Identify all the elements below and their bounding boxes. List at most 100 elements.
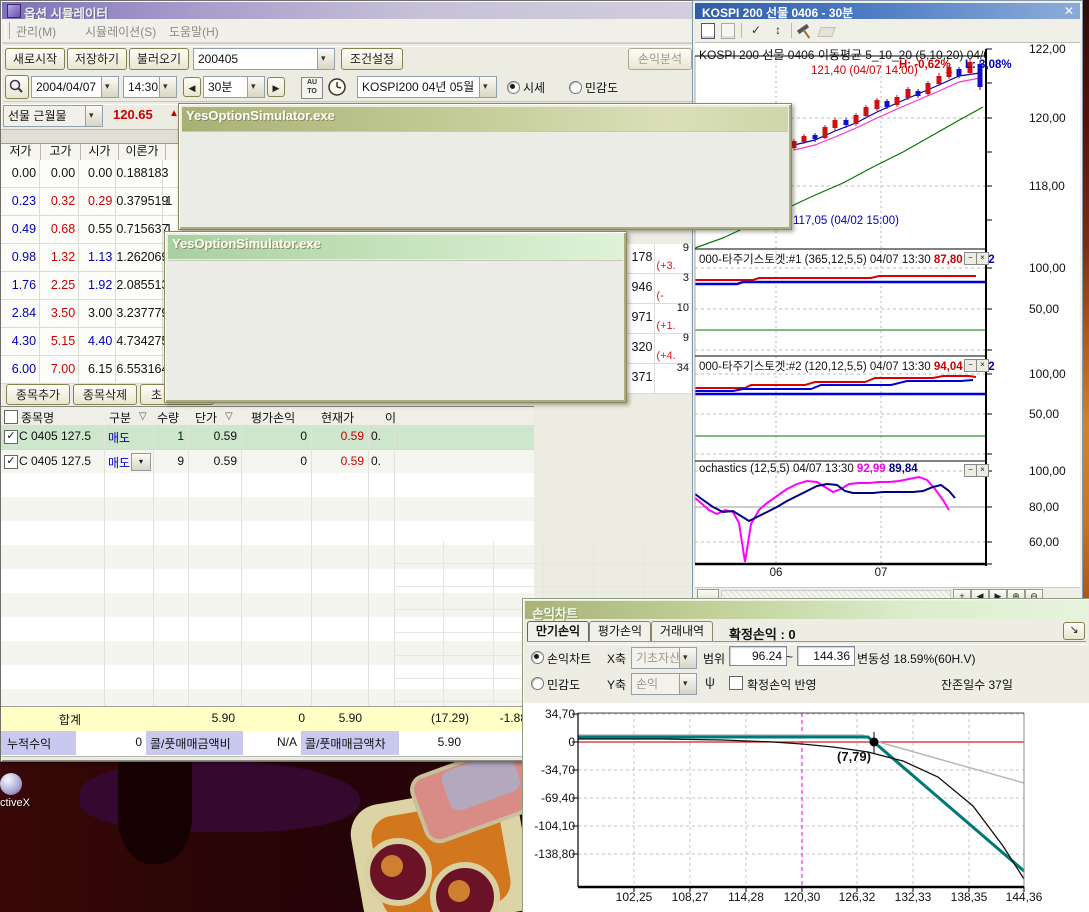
save-button[interactable]: 저장하기 [67,48,127,70]
col-low[interactable]: 저가 [1,144,41,161]
quote-row[interactable]: 0.230.320.290.3795191 [1,188,181,216]
quote-radio-label[interactable]: 시세 [523,79,545,96]
holdings-row[interactable]: C 0405 127.5매도10.5900.590. [1,425,534,450]
close-icon[interactable] [1064,4,1074,18]
sensitivity-radio-label[interactable]: 민감도 [585,79,618,96]
step-back-icon[interactable]: ◀ [183,77,201,97]
date-combobox[interactable]: 2004/04/07 [31,76,119,98]
condition-button[interactable]: 조건설정 [341,48,403,70]
futures-combobox[interactable]: 선물 근월물 [3,105,103,127]
quote-row[interactable]: 0.000.000.000.188183 [1,160,181,188]
range-to-input[interactable]: 144.36 [797,646,855,666]
chevron-down-icon[interactable] [85,106,102,126]
sort-icon[interactable]: ▽ [225,411,233,422]
range-from-input[interactable]: 96.24 [729,646,787,666]
type-dropdown-icon[interactable]: ▾ [131,453,151,471]
sensitivity-radio[interactable] [569,81,582,94]
h-pl[interactable]: 평가손익 [251,409,295,426]
x-axis-combobox[interactable]: 기초자산 [631,647,697,669]
quote-row[interactable]: 6.007.006.156.553164 [1,356,181,384]
add-item-button[interactable]: 종목추가 [6,384,70,405]
dialog-title: YesOptionSimulator.exe [172,236,321,251]
chevron-down-icon[interactable] [679,674,696,694]
h-name[interactable]: 종목명 [21,409,54,426]
menubar-grip[interactable] [5,22,10,39]
quote-row[interactable]: 0.981.321.131.262069 [1,244,181,272]
tools-icon[interactable] [797,24,809,34]
activex-desktop-icon[interactable] [0,773,22,795]
tab-trade-history[interactable]: 거래내역 [651,621,713,641]
pane-close-icon[interactable] [976,464,989,477]
col-divider [188,425,189,706]
h-current[interactable]: 현재가 [321,409,354,426]
col-high[interactable]: 고가 [41,144,81,161]
search-icon[interactable] [5,75,29,99]
sensitivity-radio[interactable] [531,677,544,690]
holdings-row[interactable]: C 0405 127.5매도▾90.5900.590. [1,450,534,475]
new-chart-icon[interactable] [701,23,715,39]
y-axis-combobox[interactable]: 손익 [631,673,697,695]
kospi-titlebar[interactable]: KOSPI 200 선물 0406 - 30분 [695,3,1080,19]
interval-combobox[interactable]: 30분 [203,76,265,98]
screen: ctiveX 옵션 시뮬레이터 관리(M) 시뮬레이션(S) 도움말(H) 새로… [0,0,1089,912]
delete-item-button[interactable]: 종목삭제 [73,384,137,405]
popout-icon[interactable]: ↘ [1063,622,1085,640]
chevron-down-icon[interactable] [679,648,696,668]
quote-row[interactable]: 0.490.680.550.7156371 [1,216,181,244]
auto-icon[interactable]: AUTO [301,77,323,99]
yesoption-dialog-2: YesOptionSimulator.exe [164,231,627,403]
y-tick: -104,10 [525,819,575,833]
eraser-icon[interactable] [817,27,836,37]
menu-simulation[interactable]: 시뮬레이션(S) [85,23,156,40]
preset-combobox[interactable]: 200405 [193,48,335,70]
select-all-checkbox[interactable] [4,410,18,424]
row-checkbox[interactable] [4,430,18,444]
pane-close-icon[interactable] [976,359,989,372]
pl-chart-radio-label[interactable]: 손익차트 [547,650,591,667]
restart-button[interactable]: 새로시작 [5,48,65,70]
style-tool-icon[interactable]: ψ [705,673,715,689]
menu-manage[interactable]: 관리(M) [16,23,56,40]
copy-chart-icon[interactable] [721,23,735,39]
activex-icon-label[interactable]: ctiveX [0,797,30,809]
y-tick: 80,00 [1029,500,1059,514]
pl-chart-radio[interactable] [531,651,544,664]
h-type[interactable]: 구분 [109,409,131,426]
col-theoretical[interactable]: 이론가 [119,144,166,161]
confirmed-pl-checkbox-label[interactable]: 확정손익 반영 [747,676,817,693]
h-price[interactable]: 단가 [195,409,217,426]
load-button[interactable]: 불러오기 [129,48,189,70]
indicator-check-icon[interactable]: ✓ [747,22,765,39]
col-open[interactable]: 시가 [81,144,119,161]
main-titlebar[interactable]: 옵션 시뮬레이터 [2,2,697,19]
quote-radio[interactable] [507,81,520,94]
sort-icon[interactable]: ▽ [139,411,147,422]
clock-icon[interactable] [327,77,347,97]
menu-help[interactable]: 도움말(H) [169,23,219,40]
chevron-down-icon[interactable] [247,77,264,97]
series-combobox[interactable]: KOSPI200 04년 05월 [357,76,497,98]
chevron-down-icon[interactable] [101,77,118,97]
confirmed-pl-checkbox[interactable] [729,676,743,690]
step-forward-icon[interactable]: ▶ [267,77,285,97]
quote-row[interactable]: 2.843.503.003.237779 [1,300,181,328]
pl-analysis-button[interactable]: 손익분석 [628,48,692,70]
chevron-down-icon[interactable] [479,77,496,97]
quote-row[interactable]: 4.305.154.404.734275 [1,328,181,356]
scale-updown-icon[interactable]: ↕ [769,22,787,39]
row-checkbox[interactable] [4,455,18,469]
pane-close-icon[interactable] [976,252,989,265]
dialog-body [168,260,623,399]
chevron-down-icon[interactable] [317,49,334,69]
chevron-down-icon[interactable] [159,77,176,97]
sensitivity-radio-label[interactable]: 민감도 [547,676,580,693]
tab-expiry-pl[interactable]: 만기손익 [527,621,589,641]
tab-valuation-pl[interactable]: 평가손익 [589,621,651,641]
kospi-low-annotation: 117,05 (04/02 15:00) [793,215,899,227]
h-last[interactable]: 이 [385,409,396,426]
pl-titlebar[interactable]: 손익차트 [525,601,1088,619]
item-qty: 1 [153,429,184,443]
h-qty[interactable]: 수량 [157,409,179,426]
quote-row[interactable]: 1.762.251.922.085513 [1,272,181,300]
time-combobox[interactable]: 14:30 [123,76,177,98]
